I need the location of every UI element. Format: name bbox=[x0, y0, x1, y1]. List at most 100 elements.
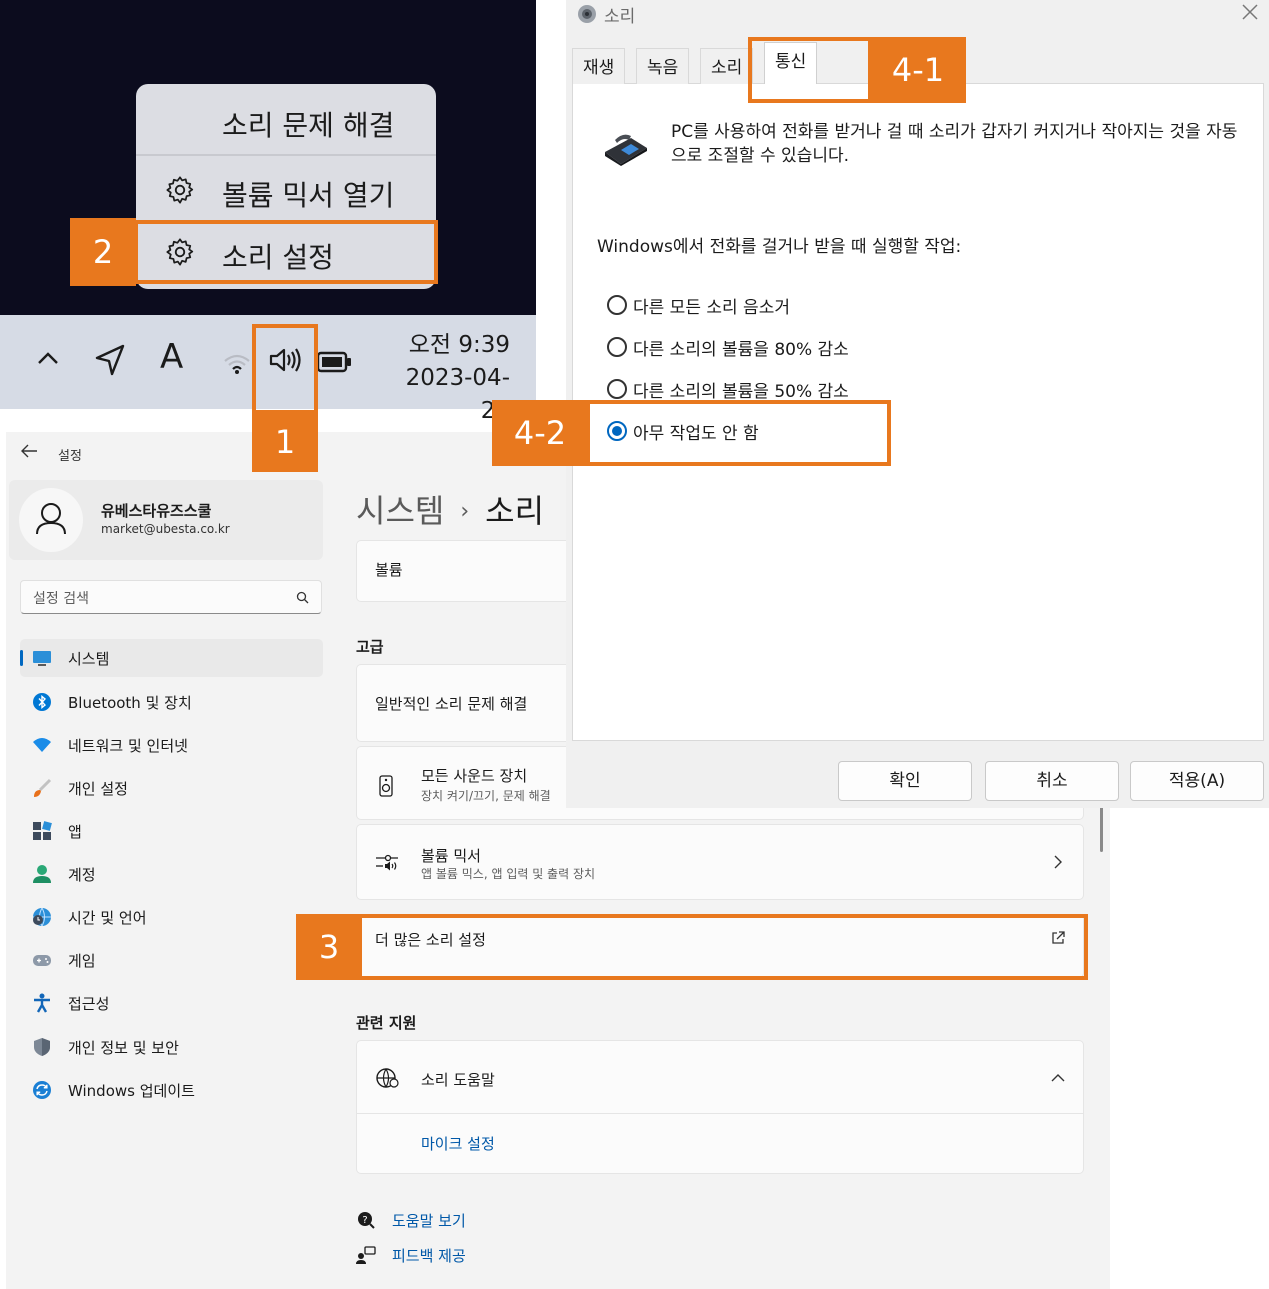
dialog-title: 소리 bbox=[604, 7, 636, 27]
dialog-description: PC를 사용하여 전화를 받거나 걸 때 소리가 갑자기 커지거나 작아지는 것… bbox=[671, 122, 1238, 166]
system-icon bbox=[32, 648, 52, 668]
menu-item-label: 소리 문제 해결 bbox=[222, 109, 395, 142]
radio-button[interactable] bbox=[607, 295, 627, 315]
user-profile-card[interactable]: 유베스타유즈스쿨 market@ubesta.co.kr bbox=[9, 480, 323, 560]
volume-mixer-title: 볼륨 믹서 bbox=[421, 847, 481, 865]
account-icon bbox=[32, 864, 52, 884]
sidebar-item-privacy[interactable]: 개인 정보 및 보안 bbox=[20, 1028, 323, 1066]
chevron-up-icon[interactable] bbox=[36, 349, 60, 367]
back-arrow-icon[interactable] bbox=[20, 444, 38, 458]
sound-help-header[interactable]: 소리 도움말 bbox=[357, 1041, 1083, 1113]
close-icon[interactable] bbox=[1240, 2, 1260, 22]
cancel-button[interactable]: 취소 bbox=[985, 761, 1119, 801]
volume-mixer-icon bbox=[375, 853, 399, 873]
sidebar-item-accounts[interactable]: 계정 bbox=[20, 855, 323, 893]
volume-label: 볼륨 bbox=[375, 561, 403, 579]
sidebar-item-personalization[interactable]: 개인 설정 bbox=[20, 769, 323, 807]
highlight-do-nothing-option bbox=[586, 400, 891, 466]
sidebar-item-label: Bluetooth 및 장치 bbox=[68, 694, 192, 712]
step-badge-1: 1 bbox=[252, 412, 318, 472]
sidebar-item-bluetooth[interactable]: Bluetooth 및 장치 bbox=[20, 683, 323, 721]
step-badge-3: 3 bbox=[296, 914, 362, 980]
globe-icon bbox=[375, 1067, 399, 1089]
radio-label: 다른 소리의 볼륨을 50% 감소 bbox=[633, 382, 849, 402]
mic-settings-link[interactable]: 마이크 설정 bbox=[421, 1133, 495, 1154]
apply-button[interactable]: 적용(A) bbox=[1130, 761, 1264, 801]
tab-recording[interactable]: 녹음 bbox=[636, 48, 690, 84]
menu-item-label: 볼륨 믹서 열기 bbox=[222, 179, 395, 212]
step-badge-4-1: 4-1 bbox=[870, 37, 966, 103]
menu-divider bbox=[136, 154, 436, 156]
advanced-section-header: 고급 bbox=[356, 638, 384, 656]
update-icon bbox=[32, 1080, 52, 1100]
sidebar-item-label: 시스템 bbox=[68, 650, 110, 668]
sidebar-item-label: 접근성 bbox=[68, 995, 110, 1013]
tab-sounds[interactable]: 소리 bbox=[700, 48, 754, 84]
radio-button[interactable] bbox=[607, 379, 627, 399]
sidebar-item-label: 게임 bbox=[68, 952, 96, 970]
sidebar-item-label: 네트워크 및 인터넷 bbox=[68, 737, 188, 755]
highlight-speaker-icon bbox=[252, 324, 318, 414]
apps-icon bbox=[32, 821, 52, 841]
sound-help-card: 소리 도움말 마이크 설정 bbox=[356, 1040, 1084, 1174]
ime-icon[interactable]: A bbox=[160, 337, 183, 377]
sidebar-item-gaming[interactable]: 게임 bbox=[20, 941, 323, 979]
menu-item-troubleshoot[interactable]: 소리 문제 해결 bbox=[136, 90, 436, 150]
page-title: 시스템 › 소리 bbox=[356, 486, 544, 532]
location-icon[interactable] bbox=[94, 343, 126, 377]
sidebar-item-label: 개인 정보 및 보안 bbox=[68, 1039, 179, 1057]
tray-clock[interactable]: 오전 9:39 2023-04-26 bbox=[380, 329, 510, 428]
radio-button[interactable] bbox=[607, 337, 627, 357]
highlight-more-sound-settings bbox=[358, 914, 1088, 980]
breadcrumb-parent[interactable]: 시스템 bbox=[356, 492, 444, 530]
wifi-icon[interactable] bbox=[222, 351, 252, 375]
battery-icon[interactable] bbox=[316, 351, 352, 373]
chevron-right-icon bbox=[1053, 855, 1063, 869]
sidebar-item-label: 계정 bbox=[68, 866, 96, 884]
radio-label: 다른 소리의 볼륨을 80% 감소 bbox=[633, 340, 849, 360]
help-link[interactable]: 도움말 보기 bbox=[392, 1210, 466, 1231]
ok-button[interactable]: 확인 bbox=[838, 761, 972, 801]
volume-mixer-card[interactable]: 볼륨 믹서 앱 볼륨 믹스, 앱 입력 및 출력 장치 bbox=[356, 824, 1084, 900]
highlight-sound-settings bbox=[134, 220, 438, 284]
brush-icon bbox=[32, 778, 52, 798]
all-devices-title: 모든 사운드 장치 bbox=[421, 767, 528, 785]
shield-icon bbox=[32, 1037, 52, 1057]
tab-playback[interactable]: 재생 bbox=[572, 48, 626, 84]
sidebar-item-apps[interactable]: 앱 bbox=[20, 812, 323, 850]
avatar bbox=[19, 488, 83, 552]
feedback-icon bbox=[356, 1245, 376, 1265]
accessibility-icon bbox=[32, 993, 52, 1013]
step-badge-4-2: 4-2 bbox=[492, 400, 588, 466]
related-support-header: 관련 지원 bbox=[356, 1014, 417, 1032]
speaker-app-icon bbox=[576, 3, 598, 25]
all-devices-subtitle: 장치 켜기/끄기, 문제 해결 bbox=[421, 789, 551, 803]
menu-item-volume-mixer[interactable]: 볼륨 믹서 열기 bbox=[136, 160, 436, 220]
search-input[interactable]: 설정 검색 bbox=[20, 580, 322, 614]
user-email: market@ubesta.co.kr bbox=[101, 522, 230, 536]
clock-time: 오전 9:39 bbox=[408, 332, 510, 358]
dialog-question: Windows에서 전화를 걸거나 받을 때 실행할 작업: bbox=[597, 237, 962, 257]
sidebar-item-system[interactable]: 시스템 bbox=[20, 639, 323, 677]
sidebar-item-accessibility[interactable]: 접근성 bbox=[20, 984, 323, 1022]
search-placeholder: 설정 검색 bbox=[33, 591, 89, 607]
sidebar-item-network[interactable]: 네트워크 및 인터넷 bbox=[20, 726, 323, 764]
globe-clock-icon bbox=[32, 907, 52, 927]
breadcrumb-current: 소리 bbox=[485, 492, 545, 530]
sidebar-item-windows-update[interactable]: Windows 업데이트 bbox=[20, 1071, 323, 1109]
troubleshoot-label: 일반적인 소리 문제 해결 bbox=[375, 695, 528, 713]
sidebar-item-time-language[interactable]: 시간 및 언어 bbox=[20, 898, 323, 936]
selection-indicator bbox=[20, 650, 23, 666]
search-icon bbox=[296, 591, 309, 604]
phone-icon bbox=[601, 126, 649, 166]
bluetooth-icon bbox=[32, 692, 52, 712]
breadcrumb-separator: › bbox=[460, 499, 470, 524]
sidebar-item-label: 앱 bbox=[68, 823, 82, 841]
svg-text:?: ? bbox=[362, 1215, 367, 1226]
feedback-link[interactable]: 피드백 제공 bbox=[392, 1245, 466, 1266]
card-divider bbox=[357, 1113, 1083, 1114]
sidebar-item-label: 개인 설정 bbox=[68, 780, 128, 798]
speaker-device-icon bbox=[379, 775, 393, 797]
wifi-icon bbox=[32, 735, 52, 755]
help-icon: ? bbox=[356, 1210, 376, 1230]
